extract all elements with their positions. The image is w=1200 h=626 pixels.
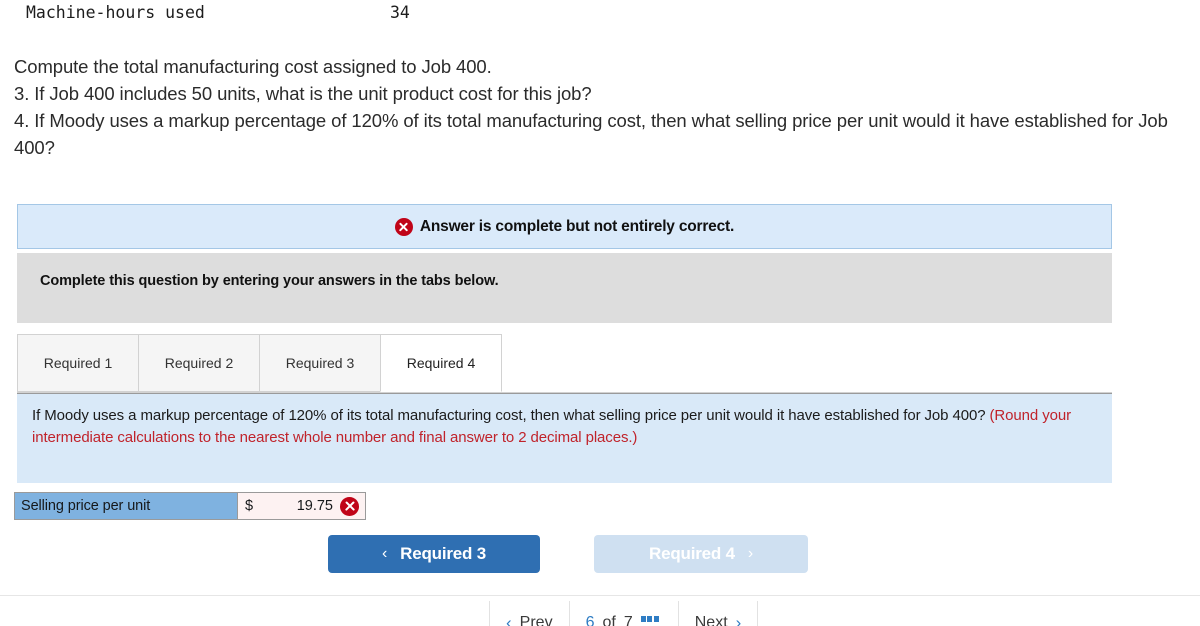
pager-page-indicator[interactable]: 6 of 7 [568, 601, 678, 626]
prompt-line-2: 3. If Job 400 includes 50 units, what is… [14, 83, 592, 104]
question-prompt: Compute the total manufacturing cost ass… [14, 53, 1194, 161]
answer-status-alert: Answer is complete but not entirely corr… [17, 204, 1112, 249]
chevron-right-icon: › [747, 545, 753, 562]
chevron-right-icon: › [735, 613, 742, 626]
tab-required-2[interactable]: Required 2 [138, 334, 260, 392]
requirement-tabs: Required 1 Required 2 Required 3 Require… [17, 334, 1112, 393]
prompt-line-1: Compute the total manufacturing cost ass… [14, 56, 492, 77]
prev-requirement-label: Required 3 [400, 544, 486, 563]
chevron-left-icon: ‹ [506, 613, 512, 626]
pager-current-page: 6 [585, 614, 595, 626]
question-main-text: If Moody uses a markup percentage of 120… [32, 407, 990, 424]
instruction-text: Complete this question by entering your … [40, 273, 499, 289]
pager-prev-button[interactable]: ‹ Prev [489, 601, 569, 626]
selling-price-input[interactable]: $ 19.75 [238, 492, 366, 520]
answer-row: Selling price per unit $ 19.75 [14, 492, 366, 520]
requirement-nav-buttons: ‹ Required 3 Required 4 › [328, 535, 808, 573]
answer-label-cell: Selling price per unit [14, 492, 238, 520]
tab-required-1[interactable]: Required 1 [17, 334, 139, 392]
tab-required-3[interactable]: Required 3 [259, 334, 381, 392]
tab-required-1-label: Required 1 [43, 355, 113, 371]
currency-symbol: $ [245, 498, 254, 514]
next-requirement-button: Required 4 › [594, 535, 808, 573]
pagination-bar: ‹ Prev 6 of 7 Next › [0, 595, 1200, 626]
tab-required-2-label: Required 2 [164, 355, 234, 371]
tab-required-4[interactable]: Required 4 [380, 334, 502, 392]
pager-prev-label: Prev [519, 614, 553, 626]
error-circle-x-icon [394, 217, 413, 236]
selling-price-value: 19.75 [296, 498, 333, 514]
pager-next-button[interactable]: Next › [677, 601, 759, 626]
prev-requirement-button[interactable]: ‹ Required 3 [328, 535, 540, 573]
pagination-controls: ‹ Prev 6 of 7 Next › [489, 601, 759, 626]
error-circle-x-icon [340, 496, 359, 516]
requirement-4-question-text: If Moody uses a markup percentage of 120… [32, 405, 1088, 448]
next-requirement-label: Required 4 [649, 544, 735, 563]
machine-hours-value: 34 [390, 3, 410, 22]
pager-next-label: Next [694, 614, 728, 626]
pager-total-pages: 7 [623, 614, 633, 626]
alert-message: Answer is complete but not entirely corr… [419, 217, 735, 235]
tab-required-4-label: Required 4 [406, 355, 476, 371]
prompt-line-3: 4. If Moody uses a markup percentage of … [14, 110, 1168, 158]
answer-label-text: Selling price per unit [21, 498, 151, 514]
exam-question-page: Machine-hours used 34 Compute the total … [0, 0, 1200, 626]
requirement-4-question-panel: If Moody uses a markup percentage of 120… [17, 393, 1112, 483]
pager-of-label: of [602, 614, 616, 626]
instruction-band: Complete this question by entering your … [17, 253, 1112, 323]
chevron-left-icon: ‹ [382, 545, 388, 562]
machine-hours-label: Machine-hours used [26, 3, 205, 22]
machine-hours-row: Machine-hours used 34 [0, 0, 1200, 30]
grid-icon[interactable] [640, 615, 662, 626]
tab-required-3-label: Required 3 [285, 355, 355, 371]
